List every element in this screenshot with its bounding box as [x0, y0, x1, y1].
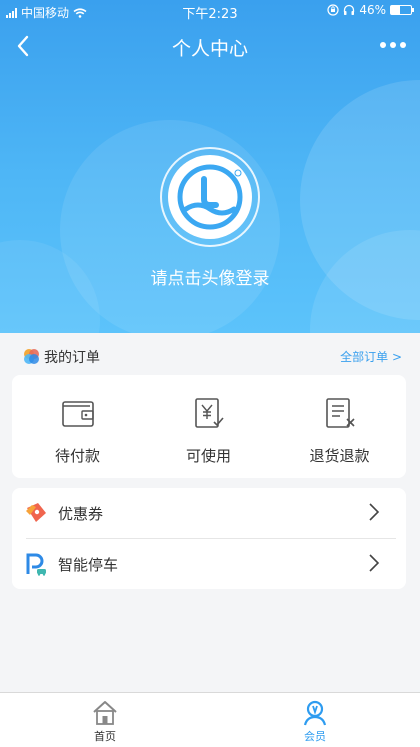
avatar-button[interactable] — [160, 147, 260, 247]
rotation-lock-icon — [327, 4, 339, 16]
order-refund[interactable]: 退货退款 — [274, 375, 405, 478]
avatar — [168, 155, 252, 239]
orders-section-title: 我的订单 — [44, 350, 100, 366]
headphones-icon — [344, 4, 355, 15]
coupon-row[interactable]: 优惠券 — [12, 488, 406, 539]
list-item-label: 智能停车 — [58, 556, 119, 574]
login-prompt[interactable]: 请点击头像登录 — [0, 264, 420, 289]
orders-card: 待付款 可使用 退货退款 — [12, 375, 406, 478]
home-icon — [93, 701, 117, 725]
coupon-icon — [26, 503, 46, 522]
order-usable[interactable]: 可使用 — [143, 375, 274, 478]
tab-bar: 首页 会员 — [0, 692, 420, 747]
tab-home[interactable]: 首页 — [0, 693, 210, 747]
battery-icon — [390, 5, 414, 15]
tab-label: 首页 — [94, 730, 116, 743]
yen-ticket-icon — [195, 398, 224, 428]
list-item-label: 优惠券 — [58, 505, 104, 523]
nav-bar: 个人中心 — [0, 22, 420, 72]
chevron-right-icon — [369, 503, 380, 521]
profile-header: 中国移动 下午2:23 46% 个人中心 请点击头像登录 — [0, 0, 420, 333]
member-icon — [303, 700, 327, 726]
parking-icon — [26, 553, 46, 576]
orders-section-header: 我的订单 全部订单 > — [0, 342, 420, 370]
chevron-right-icon — [369, 554, 380, 572]
parking-row[interactable]: 智能停车 — [12, 539, 406, 589]
all-orders-link[interactable]: 全部订单 > — [340, 348, 402, 365]
more-dots-icon — [380, 42, 406, 48]
battery-percent: 46% — [359, 3, 386, 17]
order-item-label: 可使用 — [185, 447, 231, 465]
more-button[interactable] — [378, 36, 408, 54]
order-item-label: 待付款 — [54, 447, 100, 465]
tab-label: 会员 — [304, 730, 326, 743]
services-card: 优惠券 智能停车 — [12, 488, 406, 589]
status-bar: 中国移动 下午2:23 46% — [0, 0, 420, 22]
wallet-icon — [62, 401, 94, 427]
orders-section-icon — [24, 349, 39, 364]
page-title: 个人中心 — [171, 38, 248, 60]
refund-document-icon — [326, 398, 355, 428]
order-pending-payment[interactable]: 待付款 — [12, 375, 143, 478]
order-item-label: 退货退款 — [309, 447, 370, 465]
tab-member[interactable]: 会员 — [210, 693, 420, 747]
wanda-logo-icon — [177, 164, 243, 230]
